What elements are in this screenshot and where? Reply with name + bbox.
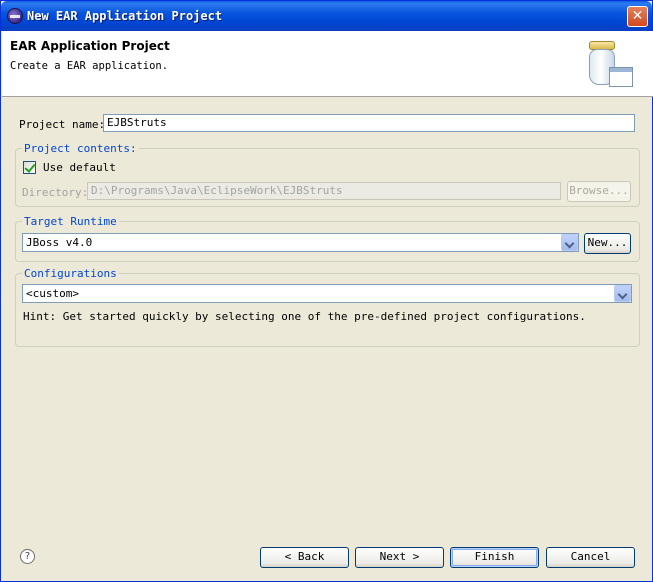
target-runtime-select[interactable]: JBoss v4.0 xyxy=(22,233,579,252)
configurations-hint: Hint: Get started quickly by selecting o… xyxy=(23,310,586,323)
next-button[interactable]: Next > xyxy=(355,547,444,568)
browse-button[interactable]: Browse... xyxy=(567,181,631,202)
close-button[interactable]: ✕ xyxy=(627,6,648,27)
wizard-banner: EAR Application Project Create a EAR app… xyxy=(2,31,653,97)
eclipse-icon xyxy=(7,8,23,24)
directory-label: Directory: xyxy=(22,186,89,199)
project-contents-title: Project contents: xyxy=(22,142,139,155)
target-runtime-title: Target Runtime xyxy=(22,215,119,228)
cancel-button[interactable]: Cancel xyxy=(546,547,635,568)
wizard-window: New EAR Application Project ✕ EAR Applic… xyxy=(0,0,653,582)
title-bar[interactable]: New EAR Application Project ✕ xyxy=(1,1,652,31)
chevron-down-icon[interactable] xyxy=(614,285,631,302)
configurations-value: <custom> xyxy=(26,287,79,300)
ear-project-icon xyxy=(585,39,635,91)
finish-button[interactable]: Finish xyxy=(450,547,539,568)
use-default-label: Use default xyxy=(43,161,116,174)
project-name-input[interactable]: EJBStruts xyxy=(103,114,635,132)
target-runtime-value: JBoss v4.0 xyxy=(26,236,93,249)
configurations-select[interactable]: <custom> xyxy=(22,284,632,303)
use-default-checkbox[interactable] xyxy=(23,161,36,174)
banner-title: EAR Application Project xyxy=(10,39,170,53)
banner-description: Create a EAR application. xyxy=(10,60,169,72)
back-button[interactable]: < Back xyxy=(260,547,349,568)
window-title: New EAR Application Project xyxy=(27,9,223,23)
new-runtime-button[interactable]: New... xyxy=(584,233,631,254)
directory-input[interactable]: D:\Programs\Java\EclipseWork\EJBStruts xyxy=(87,182,561,200)
project-name-label: Project name: xyxy=(19,118,106,131)
help-icon[interactable]: ? xyxy=(20,549,35,564)
chevron-down-icon[interactable] xyxy=(561,234,578,251)
configurations-title: Configurations xyxy=(22,267,119,280)
